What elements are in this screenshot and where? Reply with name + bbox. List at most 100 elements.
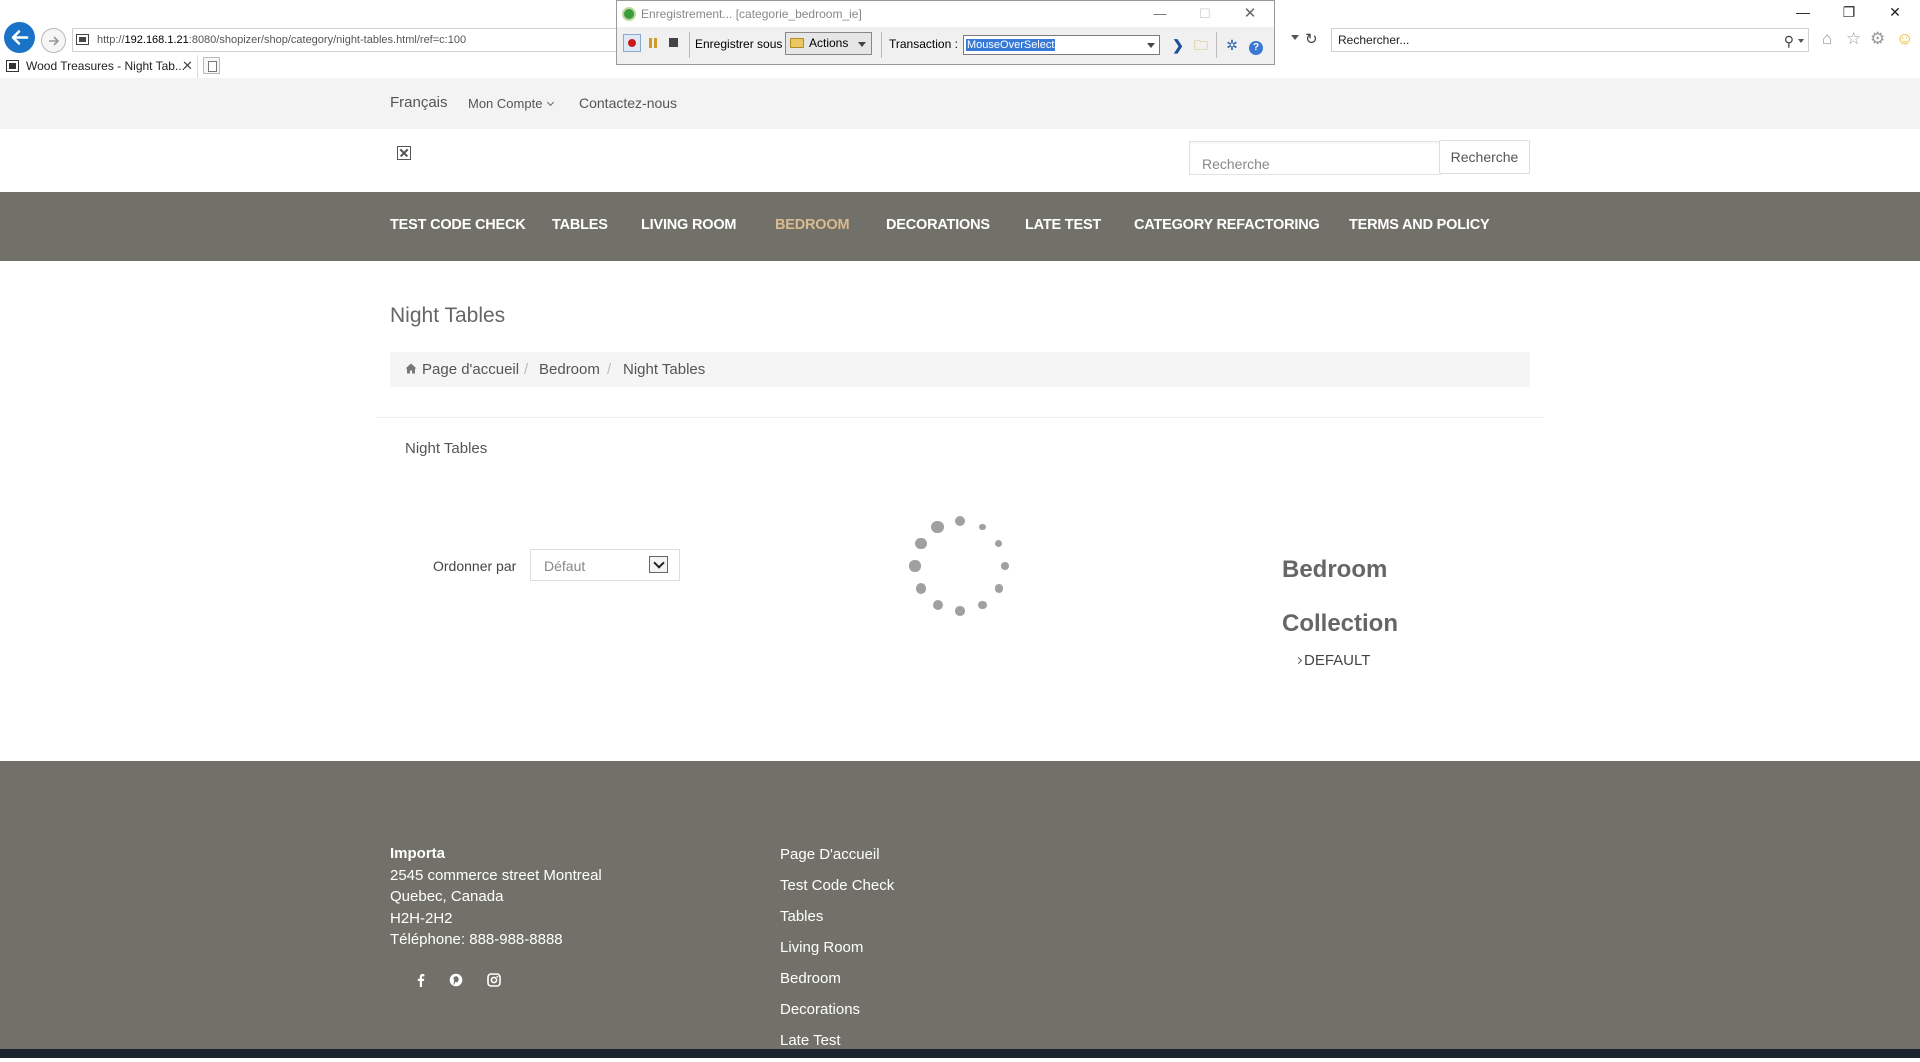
chevron-down-icon	[1147, 43, 1155, 48]
star-icon[interactable]: ☆	[1846, 29, 1861, 49]
loading-spinner	[908, 514, 1012, 618]
footer-link-living-room[interactable]: Living Room	[780, 938, 894, 969]
spinner-dot	[915, 583, 927, 594]
home-icon[interactable]: ⌂	[1822, 29, 1832, 49]
save-as-label: Enregistrer sous :	[695, 37, 790, 51]
site-search-button[interactable]: Recherche	[1439, 140, 1530, 174]
tab-title: Wood Treasures - Night Tab...	[26, 59, 185, 73]
page-icon	[76, 34, 89, 45]
spinner-dot	[1001, 562, 1009, 570]
refresh-icon[interactable]: ↻	[1305, 30, 1318, 48]
url-text: http://192.168.1.21:8080/shopizer/shop/c…	[97, 34, 467, 46]
header-brand-row: Recherche	[0, 129, 1920, 192]
spinner-dot	[909, 560, 921, 572]
spinner-dot	[931, 520, 944, 534]
language-link[interactable]: Français	[390, 94, 448, 111]
footer-links: Page D'accueil Test Code Check Tables Li…	[780, 845, 894, 1062]
play-icon[interactable]: ❯	[1169, 36, 1187, 54]
breadcrumb-current: Night Tables	[623, 361, 706, 378]
transaction-label: Transaction :	[889, 37, 958, 51]
spinner-dot	[932, 599, 943, 610]
nav-item-living-room[interactable]: LIVING ROOM	[641, 217, 736, 233]
transaction-combo[interactable]: MouseOverSelect	[963, 35, 1160, 55]
chevron-down-icon[interactable]	[1798, 39, 1804, 43]
nav-item-category-refactoring[interactable]: CATEGORY REFACTORING	[1134, 217, 1320, 233]
recorder-window: Enregistrement... [categorie_bedroom_ie]…	[616, 0, 1275, 65]
recorder-title: Enregistrement... [categorie_bedroom_ie]	[641, 7, 862, 21]
breadcrumb-separator: /	[607, 361, 612, 378]
nav-item-late-test[interactable]: LATE TEST	[1025, 217, 1101, 233]
instagram-icon[interactable]	[487, 973, 501, 987]
address-line: Quebec, Canada	[390, 888, 504, 905]
site-search-input[interactable]	[1189, 141, 1441, 175]
nav-item-tables[interactable]: TABLES	[552, 217, 608, 233]
address-bar-tools: ↻	[1275, 28, 1321, 52]
record-button[interactable]	[623, 34, 641, 52]
breadcrumb-bedroom-link[interactable]: Bedroom	[539, 361, 600, 378]
restore-button[interactable]: ❐	[1826, 4, 1872, 21]
sidebar-title-line2: Collection	[1282, 610, 1399, 637]
spinner-dot	[979, 523, 986, 531]
sidebar-link-default[interactable]: DEFAULT	[1294, 652, 1370, 669]
facebook-icon[interactable]	[414, 973, 428, 987]
address-bar[interactable]: http://192.168.1.21:8080/shopizer/shop/c…	[72, 28, 617, 52]
pinterest-icon[interactable]	[449, 973, 463, 987]
category-label: Night Tables	[405, 440, 488, 457]
close-button[interactable]: ✕	[1872, 4, 1918, 21]
page-title: Night Tables	[390, 304, 506, 327]
stop-button[interactable]	[665, 34, 683, 52]
recorder-close-button[interactable]: ✕	[1230, 1, 1270, 27]
footer-link-tables[interactable]: Tables	[780, 907, 894, 938]
main-navigation: TEST CODE CHECK TABLES LIVING ROOM BEDRO…	[0, 192, 1920, 261]
nav-item-decorations[interactable]: DECORATIONS	[886, 217, 990, 233]
address-line: 2545 commerce street Montreal	[390, 866, 602, 884]
smiley-icon[interactable]: ☺	[1896, 29, 1913, 49]
content-divider	[377, 417, 1543, 418]
forward-button[interactable]	[41, 28, 66, 53]
footer-link-home[interactable]: Page D'accueil	[780, 845, 894, 876]
spinner-dot	[955, 606, 965, 616]
back-button[interactable]	[4, 22, 35, 53]
nav-item-bedroom[interactable]: BEDROOM	[775, 217, 850, 233]
pause-button[interactable]	[644, 34, 662, 52]
arrow-left-icon	[11, 30, 29, 45]
footer-address: Importa 2545 commerce street Montreal Qu…	[390, 843, 602, 951]
target-icon[interactable]: ✲	[1223, 36, 1241, 54]
window-controls: — ❐ ✕	[1780, 0, 1920, 28]
sort-select[interactable]: Défaut	[530, 549, 680, 581]
arrow-right-icon	[49, 36, 60, 46]
recorder-maximize-button[interactable]: ☐	[1185, 1, 1225, 27]
phone-line: Téléphone: 888-988-8888	[390, 931, 563, 948]
address-line: H2H-2H2	[390, 909, 453, 927]
company-name: Importa	[390, 845, 446, 862]
logo-broken-image-icon[interactable]	[397, 146, 411, 160]
site-topbar: Français Mon Compte Contactez-nous	[0, 78, 1920, 129]
nav-item-test-code-check[interactable]: TEST CODE CHECK	[390, 217, 526, 233]
browser-search-input[interactable]: Rechercher... ⚲	[1331, 28, 1809, 52]
help-icon[interactable]: ?	[1247, 36, 1265, 55]
nav-item-terms-and-policy[interactable]: TERMS AND POLICY	[1349, 217, 1490, 233]
search-icon[interactable]: ⚲	[1784, 30, 1794, 52]
chevron-down-icon	[858, 42, 866, 47]
spinner-dot	[978, 600, 987, 610]
close-tab-icon[interactable]: ✕	[182, 55, 193, 77]
account-menu[interactable]: Mon Compte	[468, 96, 555, 111]
minimize-button[interactable]: —	[1780, 4, 1826, 20]
recorder-minimize-button[interactable]: —	[1140, 1, 1180, 27]
contact-link[interactable]: Contactez-nous	[579, 95, 677, 111]
browser-tab[interactable]: Wood Treasures - Night Tab... ✕	[0, 55, 198, 78]
spinner-dot	[955, 516, 965, 526]
breadcrumb-home-link[interactable]: Page d'accueil	[422, 361, 519, 378]
footer-link-bedroom[interactable]: Bedroom	[780, 969, 894, 1000]
folder-icon	[790, 38, 804, 48]
save-as-select[interactable]: Actions	[785, 32, 872, 55]
new-tab-button[interactable]	[203, 57, 220, 74]
chevron-down-icon	[547, 98, 555, 107]
footer-link-test-code-check[interactable]: Test Code Check	[780, 876, 894, 907]
chevron-down-icon[interactable]	[1291, 35, 1299, 40]
gear-icon[interactable]: ⚙	[1870, 29, 1885, 49]
spinner-dot	[915, 537, 927, 550]
browser-icons: ⌂ ☆ ⚙ ☺	[1820, 29, 1920, 49]
footer-link-decorations[interactable]: Decorations	[780, 1000, 894, 1031]
folder-open-icon[interactable]: 🗀	[1192, 36, 1210, 54]
